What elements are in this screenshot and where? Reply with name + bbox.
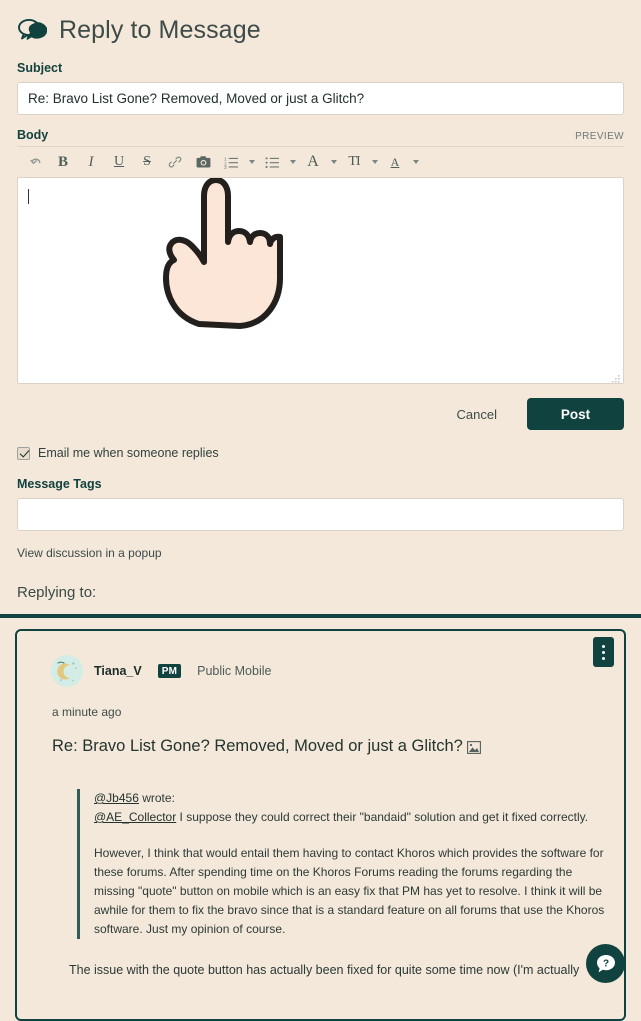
page-header: Reply to Message — [0, 0, 641, 50]
pointing-hand-cursor-icon — [144, 178, 284, 334]
svg-text:3: 3 — [224, 165, 227, 169]
post-options-menu-icon[interactable] — [593, 637, 614, 667]
subject-input[interactable] — [17, 82, 624, 115]
post-title-row: Re: Bravo List Gone? Removed, Moved or j… — [17, 719, 624, 756]
quoted-user-mention[interactable]: @AE_Collector — [94, 810, 176, 824]
quote-first-line-text: I suppose they could correct their "band… — [176, 810, 589, 824]
replying-to-heading: Replying to: — [17, 584, 97, 601]
body-label: Body — [17, 128, 49, 142]
quote-first-line: @AE_Collector I suppose they could corre… — [94, 808, 606, 827]
message-tags-label: Message Tags — [17, 477, 102, 491]
form-actions: Cancel Post — [17, 398, 624, 430]
bold-icon[interactable]: B — [49, 149, 77, 175]
email-notify-checkbox[interactable] — [17, 446, 30, 460]
page-title: Reply to Message — [59, 15, 261, 44]
post-button[interactable]: Post — [527, 398, 624, 430]
body-textarea[interactable] — [17, 177, 624, 384]
section-divider — [0, 614, 641, 618]
numbered-list-chevron-down-icon[interactable] — [245, 149, 258, 175]
svg-text:?: ? — [602, 958, 608, 969]
font-color-chevron-down-icon[interactable] — [327, 149, 340, 175]
image-attachment-icon — [466, 740, 481, 754]
body-label-row: Body PREVIEW — [17, 128, 624, 142]
post-timestamp: a minute ago — [52, 705, 122, 719]
highlight-chevron-down-icon[interactable] — [409, 149, 422, 175]
post-title[interactable]: Re: Bravo List Gone? Removed, Moved or j… — [52, 737, 463, 756]
author-rank-badge: PM — [157, 664, 182, 678]
quote-paragraph: However, I think that would entail them … — [94, 846, 605, 936]
rich-text-editor: B I U S 1 2 3 A TI A — [17, 146, 624, 384]
font-color-icon[interactable]: A — [299, 149, 327, 175]
view-discussion-popup-link[interactable]: View discussion in a popup — [17, 546, 162, 560]
subject-label: Subject — [17, 61, 63, 75]
cancel-button[interactable]: Cancel — [447, 401, 507, 428]
resize-grip-icon[interactable] — [611, 371, 621, 383]
help-button[interactable]: ? — [586, 944, 625, 983]
post-body-text: The issue with the quote button has actu… — [69, 963, 580, 977]
italic-icon[interactable]: I — [77, 149, 105, 175]
avatar[interactable] — [51, 655, 83, 687]
highlight-icon[interactable]: A — [381, 149, 409, 175]
help-speech-bubble-icon: ? — [596, 954, 615, 972]
text-size-chevron-down-icon[interactable] — [368, 149, 381, 175]
bulleted-list-chevron-down-icon[interactable] — [286, 149, 299, 175]
editor-toolbar: B I U S 1 2 3 A TI A — [17, 147, 624, 177]
bulleted-list-icon[interactable] — [258, 149, 286, 175]
quoted-text-block: @Jb456 wrote: @AE_Collector I suppose th… — [77, 789, 606, 939]
message-tags-input[interactable] — [17, 498, 624, 531]
numbered-list-icon[interactable]: 1 2 3 — [217, 149, 245, 175]
post-author-row: Tiana_V PM Public Mobile — [17, 631, 624, 687]
speech-bubbles-icon — [17, 17, 48, 43]
underline-icon[interactable]: U — [105, 149, 133, 175]
text-caret — [28, 189, 29, 204]
link-icon[interactable] — [161, 149, 189, 175]
preview-toggle[interactable]: PREVIEW — [575, 131, 624, 142]
quoted-post-card: Tiana_V PM Public Mobile a minute ago Re… — [15, 629, 626, 1021]
strikethrough-icon[interactable]: S — [133, 149, 161, 175]
quote-wrote-text: wrote: — [138, 791, 175, 805]
post-author-name[interactable]: Tiana_V — [94, 664, 142, 678]
undo-icon[interactable] — [21, 149, 49, 175]
quote-attribution: @Jb456 wrote: — [94, 789, 606, 808]
author-rank-text: Public Mobile — [197, 664, 272, 678]
text-size-icon[interactable]: TI — [340, 149, 368, 175]
email-notify-label: Email me when someone replies — [38, 446, 219, 460]
email-notify-row[interactable]: Email me when someone replies — [17, 446, 624, 460]
camera-icon[interactable] — [189, 149, 217, 175]
quote-author-mention[interactable]: @Jb456 — [94, 791, 139, 805]
reply-form: Subject Body PREVIEW B I U S — [0, 61, 641, 562]
